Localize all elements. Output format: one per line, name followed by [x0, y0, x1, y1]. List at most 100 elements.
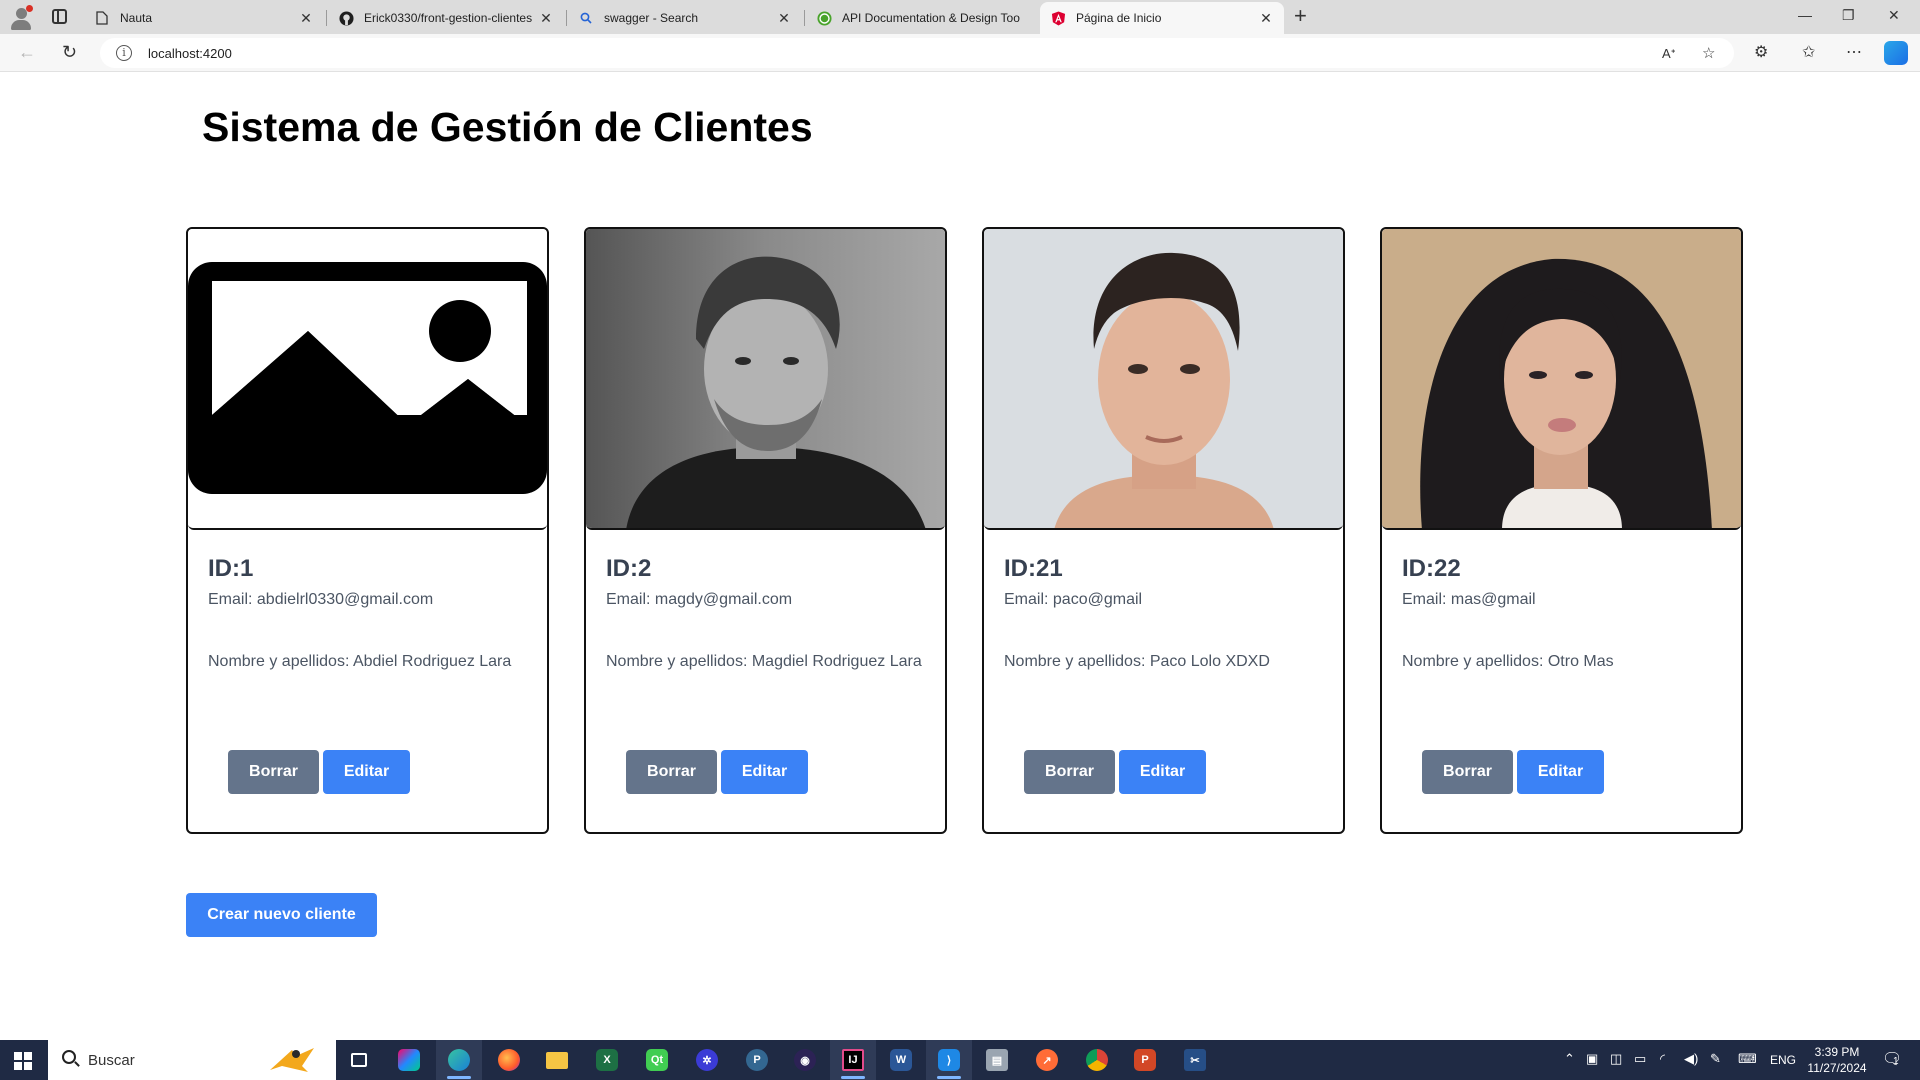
tray-app-icon[interactable]: ▣ — [1586, 1051, 1598, 1067]
placeholder-image-icon — [188, 229, 547, 530]
copilot-icon[interactable] — [1884, 41, 1908, 65]
close-icon[interactable]: ✕ — [776, 10, 792, 27]
app-icon[interactable]: ✲ — [684, 1040, 730, 1080]
close-window-icon[interactable]: ✕ — [1888, 7, 1900, 24]
edit-button[interactable]: Editar — [1517, 750, 1604, 794]
client-photo — [586, 229, 945, 530]
clock-date: 11/27/2024 — [1807, 1061, 1867, 1075]
close-icon[interactable]: ✕ — [298, 10, 314, 27]
address-bar[interactable]: i localhost:4200 Aᐩ ☆ — [100, 38, 1734, 68]
url-text[interactable]: localhost:4200 — [148, 46, 232, 61]
tab-api-docs[interactable]: API Documentation & Design Too — [806, 2, 1040, 34]
clock[interactable]: 3:39 PM 11/27/2024 — [1800, 1044, 1874, 1076]
minimize-icon[interactable]: — — [1798, 7, 1812, 23]
delete-button[interactable]: Borrar — [626, 750, 717, 794]
client-photo — [1382, 229, 1741, 530]
favorite-star-icon[interactable]: ☆ — [1702, 44, 1715, 62]
firefox-icon[interactable] — [486, 1040, 532, 1080]
swagger-icon — [816, 10, 832, 26]
info-icon[interactable]: i — [116, 45, 132, 61]
client-name: Nombre y apellidos: Abdiel Rodriguez Lar… — [208, 653, 512, 670]
client-id: ID:21 — [1004, 555, 1063, 582]
client-card: ID:21 Email: paco@gmail Nombre y apellid… — [982, 227, 1345, 834]
client-name: Nombre y apellidos: Paco Lolo XDXD — [1004, 653, 1270, 670]
document-icon — [94, 10, 110, 26]
more-options-icon[interactable]: ⋯ — [1846, 42, 1862, 62]
tab-title: Página de Inicio — [1076, 11, 1162, 25]
client-email: Email: magdy@gmail.com — [606, 591, 793, 608]
database-icon[interactable]: ▤ — [974, 1040, 1020, 1080]
copilot-app-icon[interactable] — [386, 1040, 432, 1080]
vscode-icon[interactable]: ⟩ — [926, 1040, 972, 1080]
intellij-icon[interactable]: IJ — [830, 1040, 876, 1080]
client-photo — [984, 229, 1343, 530]
github-icon — [338, 10, 354, 26]
close-icon[interactable]: ✕ — [1258, 10, 1274, 27]
delete-button[interactable]: Borrar — [228, 750, 319, 794]
client-card: ID:2 Email: magdy@gmail.com Nombre y ape… — [584, 227, 947, 834]
clock-time: 3:39 PM — [1814, 1045, 1860, 1059]
search-icon — [62, 1050, 76, 1064]
volume-icon[interactable]: ◀) — [1684, 1051, 1698, 1067]
notification-count: 1 — [1893, 1056, 1899, 1067]
client-email: Email: mas@gmail — [1402, 591, 1536, 608]
word-icon[interactable]: W — [878, 1040, 924, 1080]
browser-tab-strip: Nauta ✕ Erick0330/front-gestion-clientes… — [0, 0, 1920, 34]
tray-power-icon[interactable]: ▭ — [1634, 1051, 1646, 1067]
tab-swagger-search[interactable]: swagger - Search ✕ — [568, 2, 802, 34]
edit-button[interactable]: Editar — [323, 750, 410, 794]
qt-creator-icon[interactable]: Qt — [634, 1040, 680, 1080]
client-id: ID:22 — [1402, 555, 1461, 582]
postman-icon[interactable]: ↗ — [1024, 1040, 1070, 1080]
delete-button[interactable]: Borrar — [1422, 750, 1513, 794]
chrome-icon[interactable] — [1074, 1040, 1120, 1080]
excel-icon[interactable]: X — [584, 1040, 630, 1080]
angular-icon — [1050, 10, 1066, 26]
file-explorer-icon[interactable] — [534, 1040, 580, 1080]
close-icon[interactable]: ✕ — [538, 10, 554, 27]
postgresql-icon[interactable]: P — [734, 1040, 780, 1080]
client-email: Email: paco@gmail — [1004, 591, 1143, 608]
page-viewport: Sistema de Gestión de Clientes ID:1 Emai… — [4, 72, 1916, 1040]
search-highlight-icon — [270, 1048, 314, 1072]
eclipse-icon[interactable]: ◉ — [782, 1040, 828, 1080]
create-client-button[interactable]: Crear nuevo cliente — [186, 893, 377, 937]
taskbar: Buscar X Qt ✲ P ◉ IJ W ⟩ ▤ ↗ P ✂ ⌃ ▣ ◫ ▭… — [0, 1040, 1920, 1080]
pen-icon[interactable]: ✎ — [1710, 1051, 1721, 1067]
search-icon — [578, 10, 594, 26]
tab-actions-icon[interactable] — [52, 9, 67, 24]
client-name: Nombre y apellidos: Otro Mas — [1402, 653, 1614, 670]
favorites-icon[interactable]: ✩ — [1802, 42, 1815, 62]
powerpoint-icon[interactable]: P — [1122, 1040, 1168, 1080]
language-indicator[interactable]: ENG — [1770, 1053, 1796, 1067]
task-view-icon[interactable] — [336, 1040, 382, 1080]
refresh-icon[interactable]: ↻ — [62, 42, 77, 62]
tab-github[interactable]: Erick0330/front-gestion-clientes ✕ — [328, 2, 564, 34]
client-id: ID:1 — [208, 555, 254, 582]
edit-button[interactable]: Editar — [1119, 750, 1206, 794]
page-title: Sistema de Gestión de Clientes — [202, 104, 813, 150]
profile-icon[interactable] — [8, 5, 34, 31]
delete-button[interactable]: Borrar — [1024, 750, 1115, 794]
client-card: ID:1 Email: abdielrl0330@gmail.com Nombr… — [186, 227, 549, 834]
keyboard-icon[interactable]: ⌨ — [1738, 1051, 1757, 1067]
taskbar-search[interactable]: Buscar — [48, 1040, 336, 1080]
snipping-tool-icon[interactable]: ✂ — [1172, 1040, 1218, 1080]
tab-pagina-de-inicio[interactable]: Página de Inicio ✕ — [1040, 2, 1284, 34]
wifi-icon[interactable]: ◜ — [1660, 1051, 1665, 1067]
read-aloud-icon[interactable]: Aᐩ — [1662, 46, 1676, 62]
new-tab-icon[interactable]: + — [1294, 5, 1307, 27]
tray-meet-icon[interactable]: ◫ — [1610, 1051, 1622, 1067]
windows-start-icon[interactable] — [14, 1052, 32, 1070]
edit-button[interactable]: Editar — [721, 750, 808, 794]
back-icon[interactable]: ← — [18, 42, 36, 62]
restore-icon[interactable]: ❐ — [1842, 7, 1855, 24]
tab-title: Erick0330/front-gestion-clientes — [364, 11, 533, 25]
tab-nauta[interactable]: Nauta ✕ — [84, 2, 324, 34]
taskbar-search-label[interactable]: Buscar — [88, 1052, 135, 1069]
edge-icon[interactable] — [436, 1040, 482, 1080]
show-hidden-icons-icon[interactable]: ⌃ — [1564, 1051, 1575, 1067]
tab-title: Nauta — [120, 11, 153, 25]
extensions-icon[interactable]: ⚙ — [1754, 42, 1768, 62]
tab-title: API Documentation & Design Too — [842, 11, 1020, 25]
